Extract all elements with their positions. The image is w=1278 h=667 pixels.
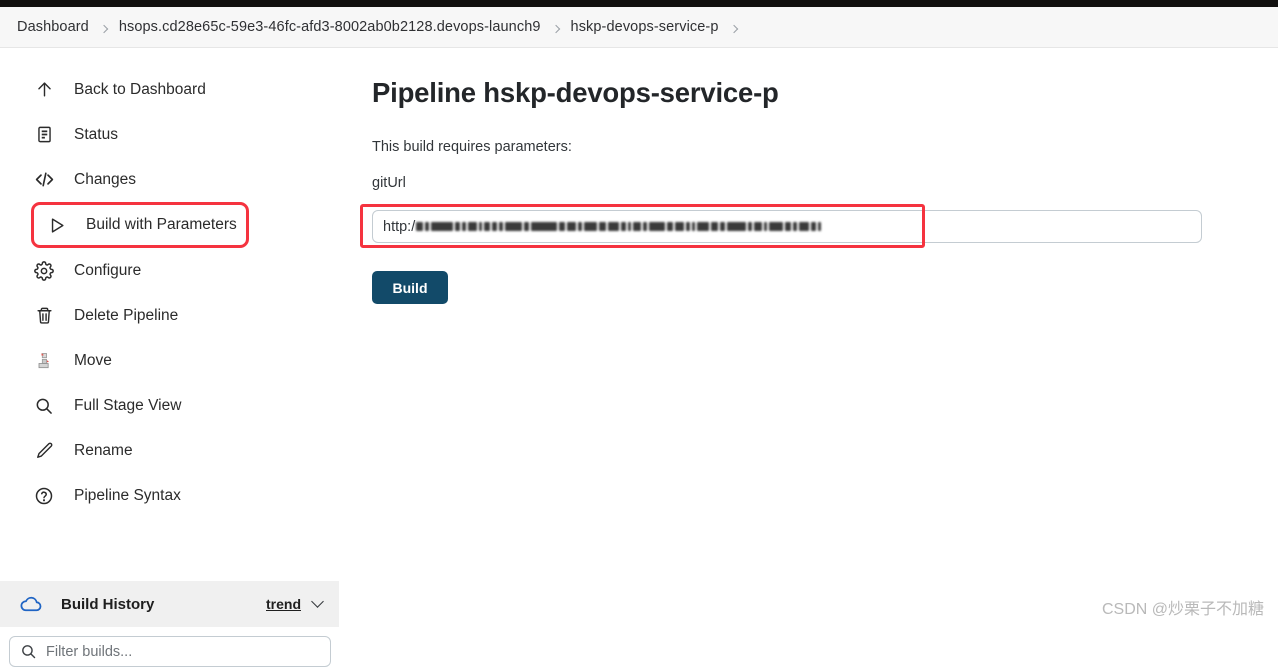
- sidebar-item-label: Delete Pipeline: [74, 307, 178, 325]
- main-content: Pipeline hskp-devops-service-p This buil…: [339, 49, 1278, 628]
- question-circle-icon: [31, 483, 57, 509]
- sidebar-item-changes[interactable]: Changes: [0, 157, 339, 202]
- giturl-field[interactable]: http:/: [372, 210, 1202, 243]
- breadcrumb-item-dashboard[interactable]: Dashboard: [17, 19, 89, 35]
- build-history-trend-link[interactable]: trend: [266, 596, 301, 612]
- sidebar-item-label: Rename: [74, 442, 133, 460]
- sidebar-item-build-with-parameters[interactable]: Build with Parameters: [31, 202, 249, 248]
- sidebar-item-label: Full Stage View: [74, 397, 181, 415]
- filter-builds-input[interactable]: [9, 636, 331, 667]
- build-history-header: Build History trend: [0, 581, 339, 627]
- cloud-icon: [18, 591, 44, 617]
- document-icon: [31, 122, 57, 148]
- breadcrumb-separator: [541, 20, 571, 35]
- sidebar-item-delete-pipeline[interactable]: Delete Pipeline: [0, 293, 339, 338]
- sidebar-item-label: Pipeline Syntax: [74, 487, 181, 505]
- giturl-input[interactable]: [372, 210, 1202, 243]
- sidebar-nav: Back to Dashboard Status Changes: [0, 67, 339, 518]
- watermark: CSDN @炒栗子不加糖: [1102, 595, 1264, 619]
- move-icon: [31, 348, 57, 374]
- sidebar-item-move[interactable]: Move: [0, 338, 339, 383]
- sidebar-item-configure[interactable]: Configure: [0, 248, 339, 293]
- sidebar-item-status[interactable]: Status: [0, 112, 339, 157]
- sidebar-item-label: Configure: [74, 262, 141, 280]
- pencil-icon: [31, 438, 57, 464]
- page-title: Pipeline hskp-devops-service-p: [372, 77, 779, 109]
- breadcrumb-item-folder[interactable]: hsops.cd28e65c-59e3-46fc-afd3-8002ab0b21…: [119, 19, 541, 35]
- filter-builds-field[interactable]: [9, 636, 331, 667]
- sidebar-item-rename[interactable]: Rename: [0, 428, 339, 473]
- code-brackets-icon: [31, 167, 57, 193]
- top-bar: [0, 0, 1278, 7]
- chevron-down-icon[interactable]: [311, 595, 324, 608]
- parameter-label-giturl: gitUrl: [372, 175, 406, 191]
- sidebar-item-label: Build with Parameters: [86, 216, 237, 234]
- breadcrumb-separator: [719, 20, 749, 35]
- magnifier-icon: [31, 393, 57, 419]
- sidebar-item-pipeline-syntax[interactable]: Pipeline Syntax: [0, 473, 339, 518]
- requires-parameters-text: This build requires parameters:: [372, 139, 572, 155]
- build-button[interactable]: Build: [372, 271, 448, 304]
- breadcrumb: Dashboard hsops.cd28e65c-59e3-46fc-afd3-…: [0, 7, 1278, 48]
- sidebar-item-full-stage-view[interactable]: Full Stage View: [0, 383, 339, 428]
- play-triangle-icon: [43, 212, 69, 238]
- breadcrumb-item-pipeline[interactable]: hskp-devops-service-p: [571, 19, 719, 35]
- sidebar-item-label: Changes: [74, 171, 136, 189]
- build-history-title: Build History: [61, 596, 154, 613]
- sidebar-item-label: Status: [74, 126, 118, 144]
- sidebar-item-back-to-dashboard[interactable]: Back to Dashboard: [0, 67, 339, 112]
- gear-icon: [31, 258, 57, 284]
- sidebar-item-label: Back to Dashboard: [74, 81, 206, 99]
- sidebar-item-label: Move: [74, 352, 112, 370]
- sidebar: Back to Dashboard Status Changes: [0, 49, 339, 628]
- breadcrumb-separator: [89, 20, 119, 35]
- arrow-up-icon: [31, 77, 57, 103]
- trash-icon: [31, 303, 57, 329]
